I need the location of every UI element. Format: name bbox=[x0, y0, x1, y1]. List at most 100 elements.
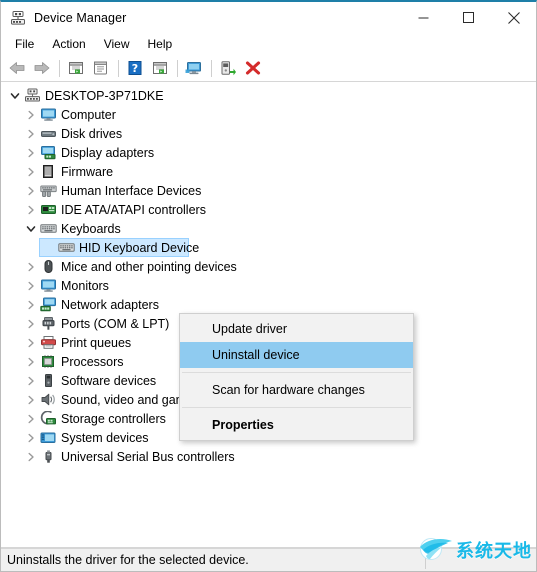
tree-node-label: Mice and other pointing devices bbox=[61, 259, 237, 274]
menu-action[interactable]: Action bbox=[43, 35, 94, 54]
chevron-right-icon[interactable] bbox=[23, 314, 39, 333]
tree-node[interactable]: Human Interface Devices bbox=[1, 181, 536, 200]
chevron-down-icon[interactable] bbox=[23, 219, 39, 238]
tree-node[interactable]: Disk drives bbox=[1, 124, 536, 143]
ide-controller-icon bbox=[39, 202, 57, 218]
chevron-down-icon[interactable] bbox=[7, 86, 23, 105]
chevron-right-icon[interactable] bbox=[23, 124, 39, 143]
tree-node-label: IDE ATA/ATAPI controllers bbox=[61, 202, 206, 217]
tree-node-label: Human Interface Devices bbox=[61, 183, 202, 198]
tree-node[interactable]: Network adapters bbox=[1, 295, 536, 314]
device-manager-icon bbox=[10, 10, 26, 26]
tree-node[interactable]: Keyboards bbox=[1, 219, 536, 238]
chevron-right-icon[interactable] bbox=[23, 276, 39, 295]
context-menu-separator-1 bbox=[182, 372, 411, 373]
title-bar: Device Manager bbox=[1, 2, 536, 33]
chevron-right-icon[interactable] bbox=[23, 428, 39, 447]
caption-buttons bbox=[401, 2, 536, 33]
toolbar-separator-3 bbox=[177, 59, 178, 77]
back-button[interactable] bbox=[5, 57, 29, 79]
help-button[interactable]: ? bbox=[123, 57, 147, 79]
storage-controller-icon bbox=[39, 411, 57, 427]
chevron-right-icon[interactable] bbox=[23, 200, 39, 219]
toolbar-separator-2 bbox=[118, 59, 119, 77]
properties-button[interactable] bbox=[89, 57, 113, 79]
chevron-right-icon[interactable] bbox=[23, 181, 39, 200]
tree-node[interactable]: IDE ATA/ATAPI controllers bbox=[1, 200, 536, 219]
context-menu-item-scan-for-hardware-changes[interactable]: Scan for hardware changes bbox=[180, 377, 413, 403]
software-device-icon bbox=[39, 373, 57, 389]
monitor-icon bbox=[39, 278, 57, 294]
context-menu-item-uninstall-device[interactable]: Uninstall device bbox=[180, 342, 413, 368]
scan-hardware-changes-button[interactable] bbox=[182, 57, 206, 79]
context-menu-separator-2 bbox=[182, 407, 411, 408]
tree-node-label: Monitors bbox=[61, 278, 109, 293]
context-menu-item-properties[interactable]: Properties bbox=[180, 412, 413, 438]
tree-node[interactable]: Monitors bbox=[1, 276, 536, 295]
menu-help[interactable]: Help bbox=[139, 35, 182, 54]
minimize-button[interactable] bbox=[401, 2, 446, 33]
chevron-right-icon[interactable] bbox=[23, 105, 39, 124]
close-button[interactable] bbox=[491, 2, 536, 33]
network-adapter-icon bbox=[39, 297, 57, 313]
chevron-right-icon[interactable] bbox=[23, 390, 39, 409]
svg-text:?: ? bbox=[132, 62, 138, 75]
status-bar-text: Uninstalls the driver for the selected d… bbox=[7, 553, 249, 567]
tree-node-label: HID Keyboard Device bbox=[79, 240, 200, 255]
keyboard-icon bbox=[57, 240, 75, 256]
firmware-chip-icon bbox=[39, 164, 57, 180]
tree-node-label: Firmware bbox=[61, 164, 114, 179]
display-adapter-icon bbox=[39, 145, 57, 161]
chevron-right-icon[interactable] bbox=[23, 143, 39, 162]
chevron-right-icon[interactable] bbox=[23, 333, 39, 352]
tree-node[interactable]: Computer bbox=[1, 105, 536, 124]
system-device-icon bbox=[39, 430, 57, 446]
disk-drive-icon bbox=[39, 126, 57, 142]
menu-file[interactable]: File bbox=[6, 35, 43, 54]
uninstall-device-button[interactable] bbox=[241, 57, 265, 79]
tree-node-label: Universal Serial Bus controllers bbox=[61, 449, 235, 464]
mouse-icon bbox=[39, 259, 57, 275]
chevron-right-icon[interactable] bbox=[23, 409, 39, 428]
tree-node-label: Print queues bbox=[61, 335, 132, 350]
window-title: Device Manager bbox=[34, 10, 127, 25]
tree-node-spacer bbox=[41, 238, 57, 257]
chevron-right-icon[interactable] bbox=[23, 371, 39, 390]
show-hide-console-tree-button[interactable] bbox=[64, 57, 88, 79]
chevron-right-icon[interactable] bbox=[23, 295, 39, 314]
computer-icon bbox=[39, 107, 57, 123]
chevron-right-icon[interactable] bbox=[23, 447, 39, 466]
processor-icon bbox=[39, 354, 57, 370]
tree-node-label: System devices bbox=[61, 430, 149, 445]
tree-node[interactable]: DESKTOP-3P71DKE bbox=[1, 86, 536, 105]
update-driver-button[interactable] bbox=[216, 57, 240, 79]
chevron-right-icon[interactable] bbox=[23, 162, 39, 181]
tree-node-label: Processors bbox=[61, 354, 124, 369]
computer-root-icon bbox=[23, 88, 41, 104]
tree-node-label: Disk drives bbox=[61, 126, 123, 141]
port-icon bbox=[39, 316, 57, 332]
forward-button[interactable] bbox=[30, 57, 54, 79]
context-menu: Update driver Uninstall device Scan for … bbox=[179, 313, 414, 441]
tree-node[interactable]: Mice and other pointing devices bbox=[1, 257, 536, 276]
tree-node[interactable]: Firmware bbox=[1, 162, 536, 181]
chevron-right-icon[interactable] bbox=[23, 352, 39, 371]
tree-node-label: Ports (COM & LPT) bbox=[61, 316, 170, 331]
chevron-right-icon[interactable] bbox=[23, 257, 39, 276]
device-list-button[interactable] bbox=[148, 57, 172, 79]
keyboard-icon bbox=[39, 221, 57, 237]
tree-node-label: Display adapters bbox=[61, 145, 155, 160]
device-tree-panel: DESKTOP-3P71DKE Computer Disk drives Displa… bbox=[1, 82, 536, 548]
tree-node[interactable]: Universal Serial Bus controllers bbox=[1, 447, 536, 466]
status-bar: Uninstalls the driver for the selected d… bbox=[1, 548, 536, 571]
usb-icon bbox=[39, 449, 57, 465]
menu-bar: File Action View Help bbox=[1, 33, 536, 55]
tree-node[interactable]: HID Keyboard Device bbox=[1, 238, 536, 257]
context-menu-item-update-driver[interactable]: Update driver bbox=[180, 316, 413, 342]
tree-node-label: Network adapters bbox=[61, 297, 159, 312]
toolbar: ? bbox=[1, 55, 536, 82]
maximize-button[interactable] bbox=[446, 2, 491, 33]
menu-view[interactable]: View bbox=[95, 35, 139, 54]
tree-node[interactable]: Display adapters bbox=[1, 143, 536, 162]
sound-icon bbox=[39, 392, 57, 408]
